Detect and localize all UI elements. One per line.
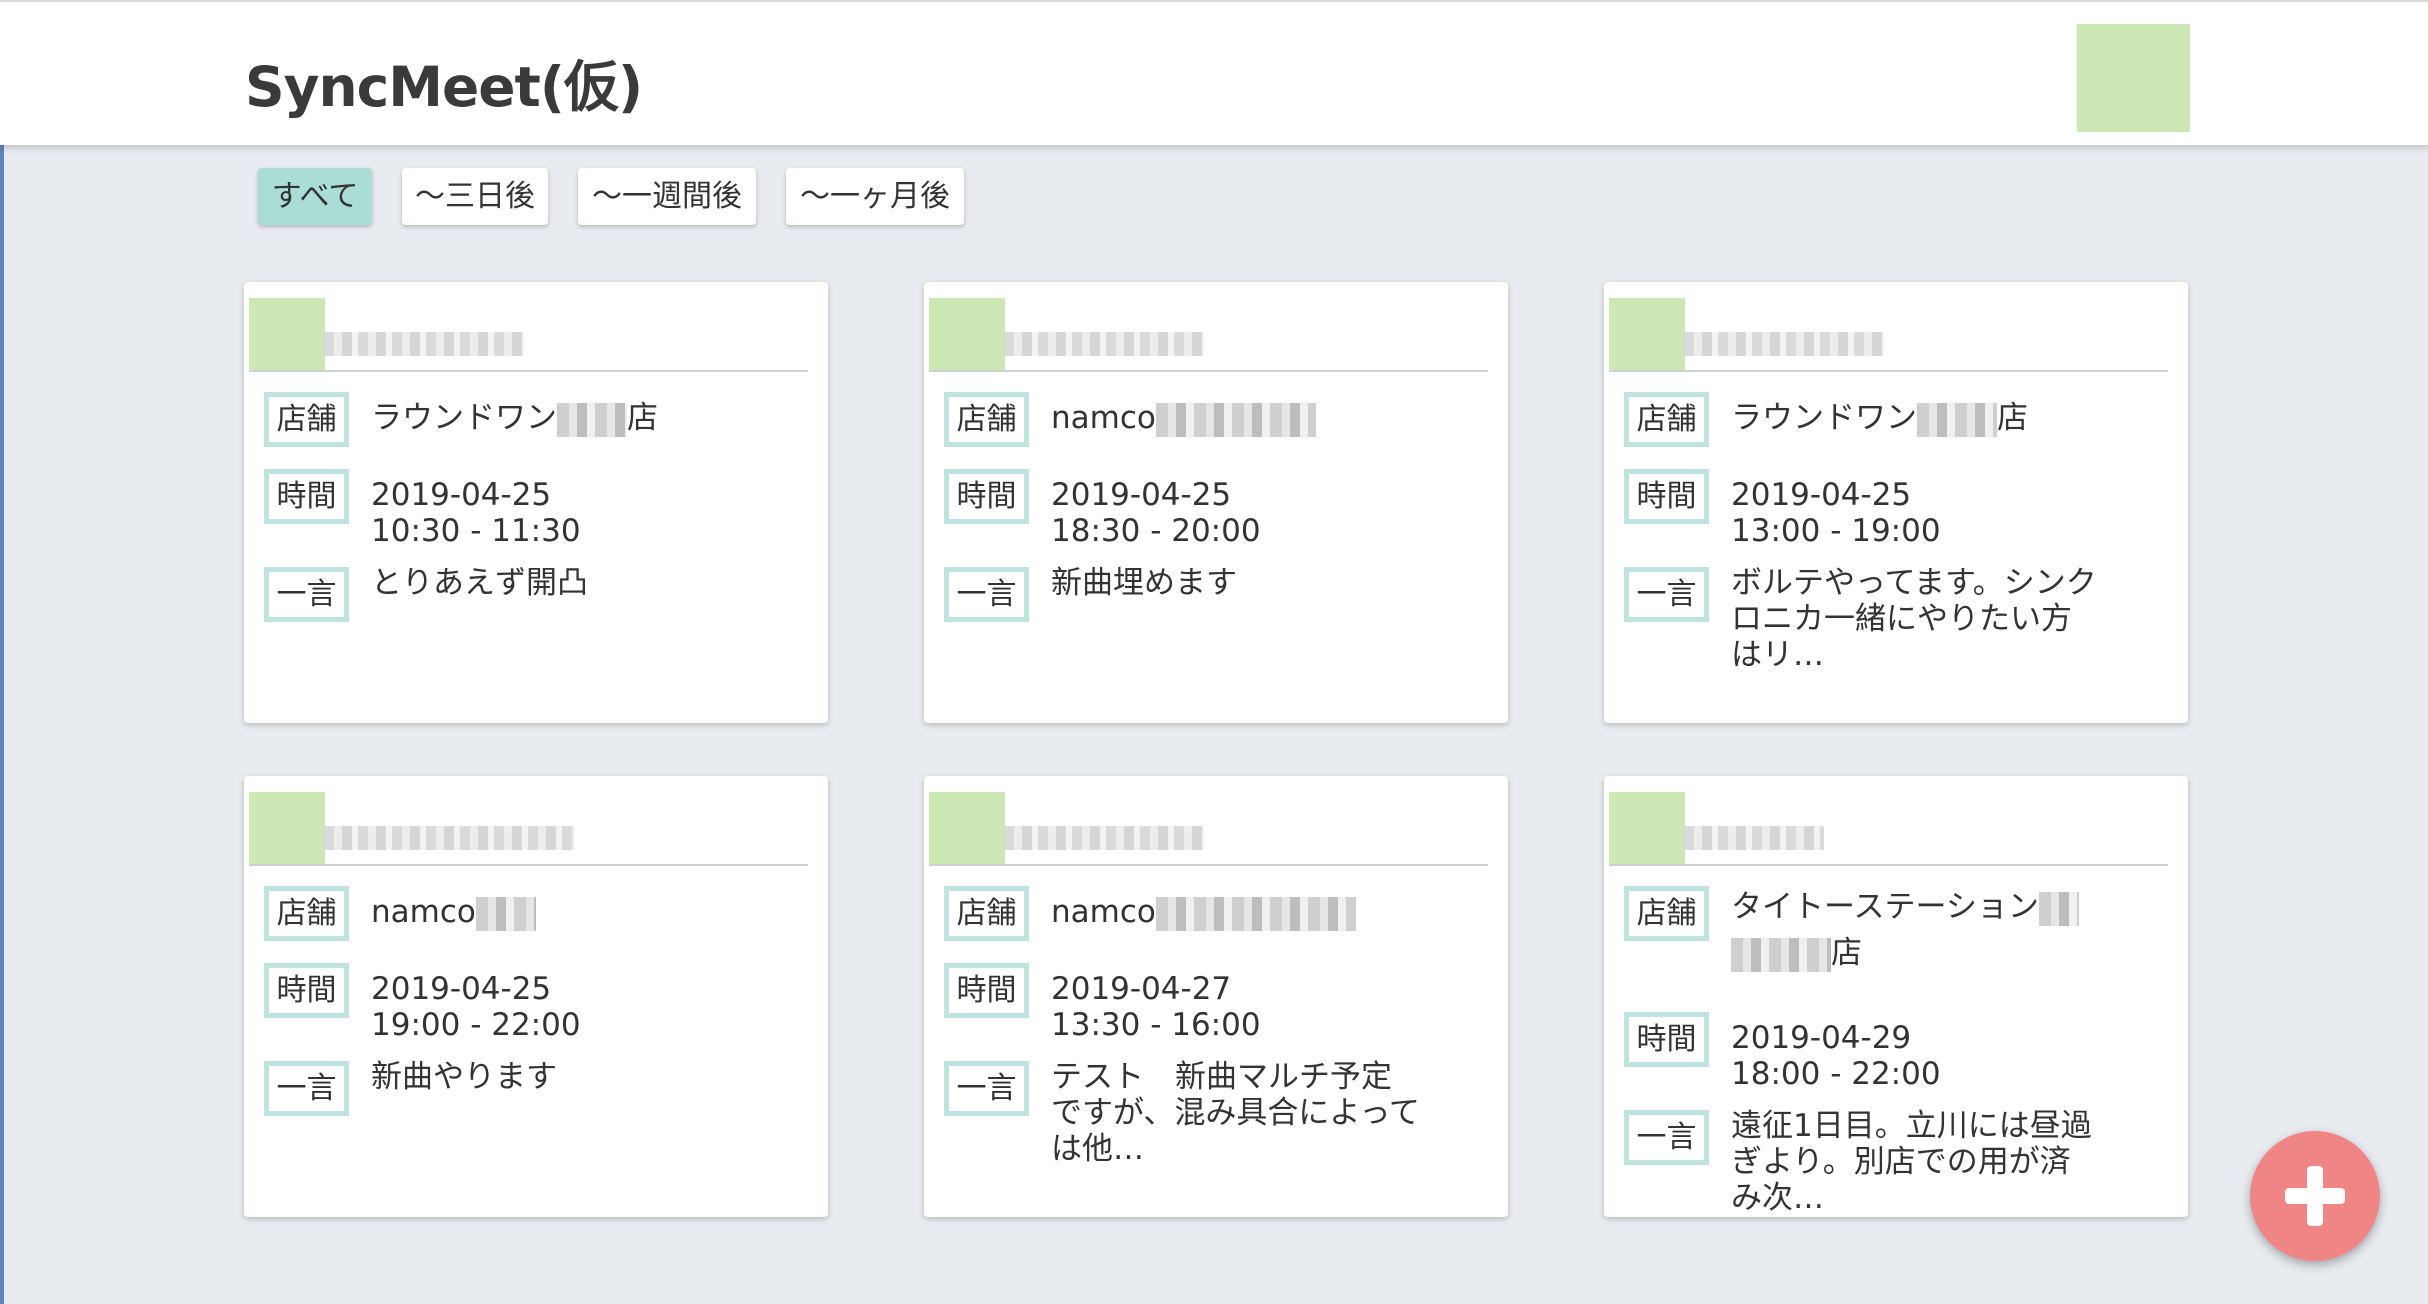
time-range-value: 18:30 - 20:00 bbox=[1051, 513, 1261, 549]
time-range-value: 19:00 - 22:00 bbox=[371, 1007, 581, 1043]
time-label: 時間 bbox=[944, 963, 1029, 1018]
avatar[interactable] bbox=[1609, 298, 1685, 370]
time-label: 時間 bbox=[264, 469, 349, 524]
store-name: namco bbox=[371, 894, 476, 930]
store-label: 店舗 bbox=[1624, 886, 1709, 941]
user-handle-redacted bbox=[1004, 332, 1204, 356]
store-value: namco bbox=[1051, 894, 1491, 931]
time-label: 時間 bbox=[1624, 1012, 1709, 1067]
user-handle-redacted bbox=[324, 826, 574, 850]
time-value: 2019-04-29 18:00 - 22:00 bbox=[1731, 1020, 2171, 1092]
date-value: 2019-04-25 bbox=[1051, 477, 1232, 513]
time-label: 時間 bbox=[1624, 469, 1709, 524]
divider bbox=[1609, 370, 2168, 372]
comment-value: 遠征1日目。立川には昼過ぎより。別店での用が済み次… bbox=[1731, 1108, 2092, 1216]
comment-value: テスト 新曲マルチ予定ですが、混み具合によっては他… bbox=[1051, 1059, 1420, 1167]
store-name: タイトーステーション bbox=[1731, 889, 2039, 925]
user-handle-redacted bbox=[1684, 332, 1884, 356]
redacted-text bbox=[475, 896, 536, 931]
redacted-text bbox=[557, 402, 627, 437]
redacted-text bbox=[1917, 402, 1997, 437]
store-label: 店舗 bbox=[944, 886, 1029, 941]
meetup-card[interactable]: 店舗 タイトーステーション店 時間 2019-04-29 18:00 - 22:0… bbox=[1604, 776, 2188, 1217]
user-avatar[interactable] bbox=[2077, 24, 2190, 132]
divider bbox=[929, 864, 1488, 866]
divider bbox=[249, 864, 808, 866]
avatar[interactable] bbox=[1609, 792, 1685, 864]
divider bbox=[249, 370, 808, 372]
time-range-value: 13:00 - 19:00 bbox=[1731, 513, 1941, 549]
comment-label: 一言 bbox=[264, 1061, 349, 1116]
meetup-card[interactable]: 店舗 namco 時間 2019-04-25 18:30 - 20:00 一言 新… bbox=[924, 282, 1508, 723]
comment-label: 一言 bbox=[944, 567, 1029, 622]
store-suffix: 店 bbox=[1831, 935, 1862, 971]
comment-value: 新曲埋めます bbox=[1051, 565, 1237, 601]
comment-value: 新曲やります bbox=[371, 1059, 557, 1095]
redacted-text bbox=[1155, 896, 1356, 931]
store-value: namco bbox=[1051, 400, 1491, 437]
divider bbox=[1609, 864, 2168, 866]
time-value: 2019-04-27 13:30 - 16:00 bbox=[1051, 971, 1491, 1043]
app-logo[interactable]: SyncMeet(仮) bbox=[245, 42, 643, 122]
filter-1month-button[interactable]: 〜一ヶ月後 bbox=[786, 168, 964, 225]
store-label: 店舗 bbox=[944, 392, 1029, 447]
user-handle-redacted bbox=[1684, 826, 1824, 850]
avatar[interactable] bbox=[249, 298, 325, 370]
time-range-value: 13:30 - 16:00 bbox=[1051, 1007, 1261, 1043]
date-value: 2019-04-25 bbox=[371, 477, 552, 513]
filter-1week-button[interactable]: 〜一週間後 bbox=[578, 168, 756, 225]
date-value: 2019-04-29 bbox=[1731, 1020, 1912, 1056]
filter-3days-button[interactable]: 〜三日後 bbox=[402, 168, 548, 225]
comment-value: ボルテやってます。シンクロニカ一緒にやりたい方はリ… bbox=[1731, 565, 2097, 673]
user-handle-redacted bbox=[324, 332, 524, 356]
time-value: 2019-04-25 18:30 - 20:00 bbox=[1051, 477, 1491, 549]
user-handle-redacted bbox=[1004, 826, 1204, 850]
store-name: namco bbox=[1051, 894, 1156, 930]
meetup-card[interactable]: 店舗 namco 時間 2019-04-27 13:30 - 16:00 一言 テ… bbox=[924, 776, 1508, 1217]
comment-label: 一言 bbox=[1624, 567, 1709, 622]
comment-label: 一言 bbox=[264, 567, 349, 622]
comment-value: とりあえず開凸 bbox=[371, 565, 588, 601]
time-value: 2019-04-25 13:00 - 19:00 bbox=[1731, 477, 2171, 549]
filter-all-button[interactable]: すべて bbox=[258, 168, 372, 225]
date-value: 2019-04-25 bbox=[371, 971, 552, 1007]
divider bbox=[929, 370, 1488, 372]
store-label: 店舗 bbox=[1624, 392, 1709, 447]
time-range-value: 10:30 - 11:30 bbox=[371, 513, 581, 549]
time-value: 2019-04-25 19:00 - 22:00 bbox=[371, 971, 811, 1043]
time-label: 時間 bbox=[264, 963, 349, 1018]
redacted-text bbox=[1731, 937, 1831, 972]
redacted-text bbox=[2038, 891, 2079, 926]
store-value: namco bbox=[371, 894, 811, 931]
store-label: 店舗 bbox=[264, 886, 349, 941]
comment-label: 一言 bbox=[1624, 1110, 1709, 1165]
store-name: ラウンドワン bbox=[1731, 400, 1917, 436]
store-value: ラウンドワン 店 bbox=[371, 400, 811, 437]
window-edge bbox=[0, 0, 4, 1304]
store-name: namco bbox=[1051, 400, 1156, 436]
store-name: ラウンドワン bbox=[371, 400, 557, 436]
avatar[interactable] bbox=[929, 792, 1005, 864]
time-label: 時間 bbox=[944, 469, 1029, 524]
comment-label: 一言 bbox=[944, 1061, 1029, 1116]
store-suffix: 店 bbox=[1997, 400, 2028, 436]
meetup-card[interactable]: 店舗 ラウンドワン 店 時間 2019-04-25 13:00 - 19:00 一言… bbox=[1604, 282, 2188, 723]
redacted-text bbox=[1155, 402, 1316, 437]
avatar[interactable] bbox=[929, 298, 1005, 370]
meetup-card[interactable]: 店舗 ラウンドワン 店 時間 2019-04-25 10:30 - 11:30 一言… bbox=[244, 282, 828, 723]
avatar[interactable] bbox=[249, 792, 325, 864]
store-value: タイトーステーション店 bbox=[1731, 884, 2091, 976]
add-meetup-button[interactable] bbox=[2250, 1131, 2380, 1261]
store-suffix: 店 bbox=[627, 400, 658, 436]
date-value: 2019-04-25 bbox=[1731, 477, 1912, 513]
app-header: SyncMeet(仮) bbox=[0, 0, 2428, 145]
meetup-card[interactable]: 店舗 namco 時間 2019-04-25 19:00 - 22:00 一言 新… bbox=[244, 776, 828, 1217]
time-range-value: 18:00 - 22:00 bbox=[1731, 1056, 1941, 1092]
date-value: 2019-04-27 bbox=[1051, 971, 1232, 1007]
store-value: ラウンドワン 店 bbox=[1731, 400, 2171, 437]
time-value: 2019-04-25 10:30 - 11:30 bbox=[371, 477, 811, 549]
store-label: 店舗 bbox=[264, 392, 349, 447]
